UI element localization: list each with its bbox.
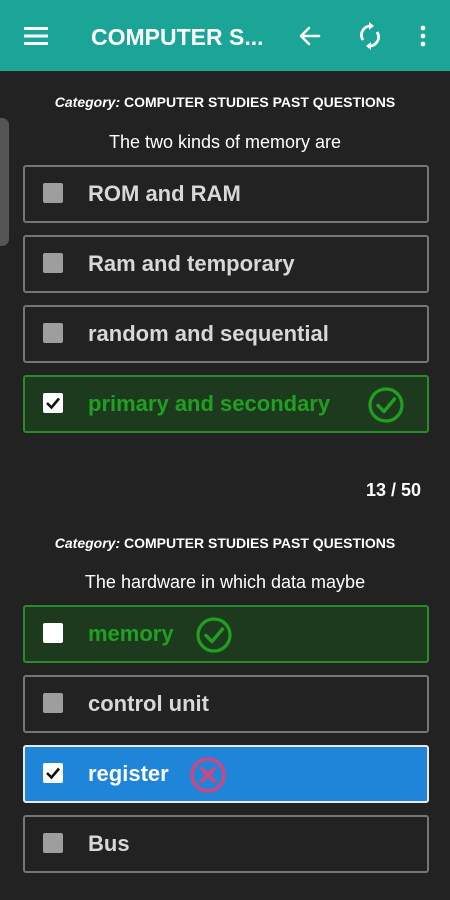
answer-option-correct[interactable]: memory: [23, 605, 429, 663]
app-bar: COMPUTER S...: [0, 0, 450, 71]
answer-option-correct[interactable]: primary and secondary: [23, 375, 429, 433]
question-counter: 13 / 50: [365, 480, 421, 500]
checkbox[interactable]: [43, 833, 63, 853]
checkbox[interactable]: [43, 693, 63, 713]
answer-option-selected-wrong[interactable]: register: [23, 745, 429, 803]
question-text: The two kinds of memory are: [108, 132, 342, 152]
option-label: memory: [88, 621, 174, 646]
checkmark-icon: [46, 767, 60, 780]
checkbox-checked[interactable]: [43, 763, 63, 783]
category-label: Category:: [54, 94, 121, 110]
answer-option[interactable]: ROM and RAM: [23, 165, 429, 223]
option-label: Bus: [88, 831, 130, 856]
more-vertical-icon[interactable]: [419, 25, 427, 47]
refresh-icon[interactable]: [357, 22, 383, 50]
correct-check-circle-icon: [368, 387, 404, 423]
option-label: ROM and RAM: [88, 181, 241, 206]
answer-option[interactable]: random and sequential: [23, 305, 429, 363]
option-label: primary and secondary: [88, 391, 331, 416]
correct-check-circle-icon: [196, 617, 232, 653]
category-label: Category:: [54, 535, 121, 551]
question-text: The hardware in which data maybe: [84, 572, 366, 592]
answer-option[interactable]: Ram and temporary: [23, 235, 429, 293]
wrong-x-circle-icon: [190, 757, 226, 793]
page-title: COMPUTER S...: [91, 24, 264, 50]
answer-option[interactable]: Bus: [23, 815, 429, 873]
option-label: register: [88, 761, 169, 786]
option-label: random and sequential: [88, 321, 329, 346]
checkbox-checked[interactable]: [43, 393, 63, 413]
checkmark-icon: [46, 397, 60, 410]
category-value: COMPUTER STUDIES PAST QUESTIONS: [124, 94, 396, 110]
category-value: COMPUTER STUDIES PAST QUESTIONS: [124, 535, 396, 551]
answer-option[interactable]: control unit: [23, 675, 429, 733]
option-label: Ram and temporary: [88, 251, 295, 276]
arrow-left-icon[interactable]: [299, 25, 321, 47]
question-category: Category: COMPUTER STUDIES PAST QUESTION…: [0, 94, 450, 110]
question-category: Category: COMPUTER STUDIES PAST QUESTION…: [0, 535, 450, 551]
hamburger-menu-icon[interactable]: [24, 26, 48, 46]
checkbox[interactable]: [43, 183, 63, 203]
checkbox[interactable]: [43, 253, 63, 273]
checkbox[interactable]: [43, 323, 63, 343]
checkbox[interactable]: [43, 623, 63, 643]
option-label: control unit: [88, 691, 209, 716]
